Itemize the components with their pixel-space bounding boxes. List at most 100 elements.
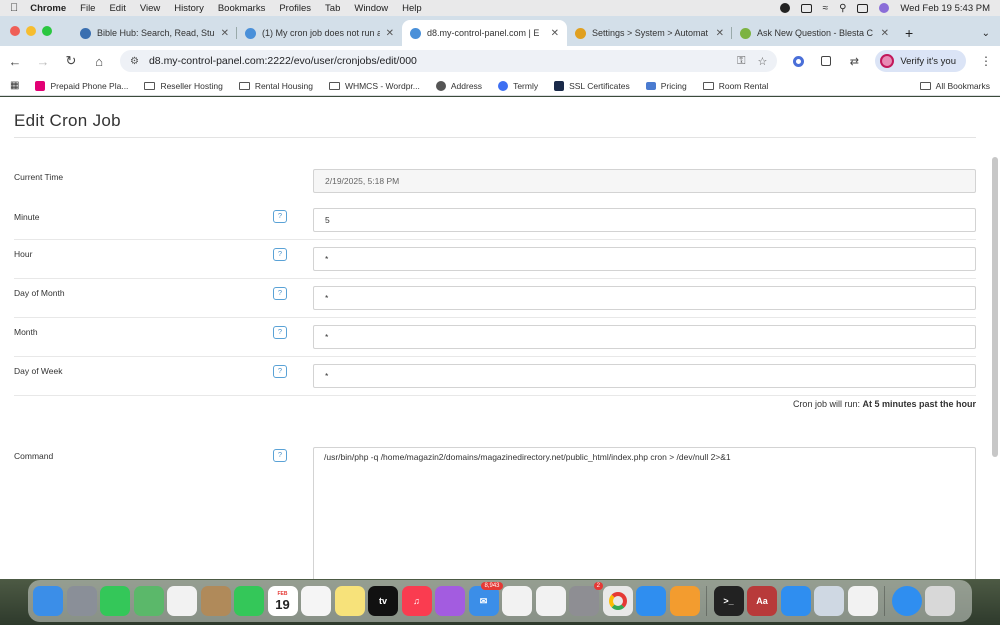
help-icon[interactable]: ? [273, 365, 287, 378]
siri-icon[interactable] [879, 3, 890, 13]
minimize-window-button[interactable] [26, 26, 36, 36]
app-store-icon[interactable] [636, 586, 666, 616]
wifi-icon[interactable]: ≈ [823, 3, 829, 14]
preview-icon[interactable] [814, 586, 844, 616]
menu-bookmarks[interactable]: Bookmarks [218, 3, 266, 14]
apple-menu-icon[interactable]:  [10, 2, 18, 14]
tab-cron-question[interactable]: (1) My cron job does not run a ✕ [237, 20, 402, 46]
menu-window[interactable]: Window [354, 3, 388, 14]
control-center-icon[interactable] [857, 3, 869, 13]
address-bar[interactable]: ⚙ d8.my-control-panel.com:2222/evo/user/… [120, 50, 778, 72]
messages-icon[interactable] [100, 586, 130, 616]
freeform-icon[interactable] [502, 586, 532, 616]
menu-file[interactable]: File [80, 3, 95, 14]
day-of-month-input[interactable]: * [313, 286, 976, 310]
help-icon[interactable]: ? [273, 248, 287, 261]
facetime-icon[interactable] [234, 586, 264, 616]
java-icon[interactable] [847, 586, 878, 616]
extensions-puzzle-icon[interactable] [819, 54, 833, 68]
tab-bible-hub[interactable]: Bible Hub: Search, Read, Stu ✕ [72, 20, 237, 46]
help-icon[interactable]: ? [273, 287, 287, 300]
menu-history[interactable]: History [174, 3, 204, 14]
photos-icon[interactable] [167, 586, 197, 616]
news-icon[interactable] [535, 586, 566, 616]
home-icon[interactable]: ⌂ [92, 54, 106, 69]
bookmark-address[interactable]: Address [435, 80, 482, 91]
safari-icon[interactable] [780, 586, 811, 616]
tab-control-panel[interactable]: d8.my-control-panel.com | E ✕ [402, 20, 567, 46]
tab-blesta-question[interactable]: Ask New Question - Blesta C ✕ [732, 20, 897, 46]
globe-icon[interactable] [891, 586, 922, 616]
reload-icon[interactable]: ↻ [64, 53, 78, 69]
contacts-icon[interactable] [200, 586, 231, 616]
app-menu[interactable]: Chrome [30, 3, 66, 14]
notes-icon[interactable] [334, 586, 365, 616]
page-scrollbar[interactable] [992, 157, 998, 457]
close-window-button[interactable] [10, 26, 20, 36]
tab-close-icon[interactable]: ✕ [716, 28, 724, 39]
zoom-window-button[interactable] [42, 26, 52, 36]
menu-view[interactable]: View [140, 3, 160, 14]
music-icon[interactable]: ♫ [401, 586, 432, 616]
pages-icon[interactable] [669, 586, 700, 616]
month-input[interactable]: * [313, 325, 976, 349]
maps-icon[interactable] [133, 586, 164, 616]
site-info-icon[interactable]: ⚙ [130, 56, 139, 67]
command-label: Command [14, 451, 54, 461]
bookmark-star-icon[interactable]: ☆ [757, 55, 767, 68]
calendar-icon[interactable]: FEB 19 [267, 586, 298, 616]
terminal-icon[interactable]: >_ [713, 586, 744, 616]
tab-settings-automation[interactable]: Settings > System > Automat ✕ [567, 20, 732, 46]
day-of-week-input[interactable]: * [313, 364, 976, 388]
bookmark-ssl-certificates[interactable]: SSL Certificates [554, 80, 630, 91]
forward-arrow-icon[interactable]: → [36, 54, 50, 69]
system-settings-icon[interactable]: 2 [569, 582, 603, 616]
tab-close-icon[interactable]: ✕ [221, 28, 229, 39]
mail-icon[interactable]: ✉ 8,943 [468, 582, 503, 616]
chrome-menu-icon[interactable]: ⋮ [980, 54, 992, 68]
bookmark-pricing[interactable]: Pricing [645, 81, 687, 91]
command-textarea[interactable]: /usr/bin/php -q /home/magazin2/domains/m… [313, 447, 976, 579]
back-arrow-icon[interactable]: ← [8, 54, 22, 69]
podcasts-icon[interactable] [435, 586, 465, 616]
bookmark-termly[interactable]: Termly [498, 80, 538, 91]
dictionary-icon[interactable]: Aa [747, 586, 777, 616]
finder-icon[interactable] [33, 586, 63, 616]
menu-help[interactable]: Help [402, 3, 422, 14]
bookmark-reseller-hosting[interactable]: Reseller Hosting [144, 81, 223, 91]
menu-edit[interactable]: Edit [109, 3, 125, 14]
apps-grid-icon[interactable]: ▦ [10, 80, 19, 91]
bookmark-prepaid-phone[interactable]: Prepaid Phone Pla... [35, 80, 128, 91]
all-bookmarks-button[interactable]: All Bookmarks [919, 81, 990, 91]
hour-input[interactable]: * [313, 247, 976, 271]
tab-close-icon[interactable]: ✕ [551, 28, 559, 39]
help-icon[interactable]: ? [273, 210, 287, 223]
bookmark-whmcs[interactable]: WHMCS - Wordpr... [328, 81, 420, 91]
minute-input[interactable]: 5 [313, 208, 976, 232]
reminders-icon[interactable] [301, 586, 331, 616]
tab-close-icon[interactable]: ✕ [881, 28, 889, 39]
tab-close-icon[interactable]: ✕ [386, 28, 394, 39]
menu-profiles[interactable]: Profiles [279, 3, 311, 14]
bookmark-room-rental[interactable]: Room Rental [702, 81, 768, 91]
row-day-of-week: Day of Week ? * [14, 357, 976, 396]
menubar-clock[interactable]: Wed Feb 19 5:43 PM [900, 3, 990, 14]
extension-ring-icon[interactable] [791, 54, 805, 68]
apple-tv-icon[interactable]: tv [368, 586, 398, 616]
help-icon[interactable]: ? [273, 326, 287, 339]
battery-icon[interactable] [800, 3, 812, 13]
verify-identity-button[interactable]: Verify it's you [875, 50, 966, 72]
url-text[interactable]: d8.my-control-panel.com:2222/evo/user/cr… [149, 55, 417, 67]
sync-icon[interactable]: ⇄ [847, 54, 861, 68]
bookmark-rental-housing[interactable]: Rental Housing [238, 81, 313, 91]
password-key-icon[interactable]: ⚿ [737, 55, 745, 68]
menu-tab[interactable]: Tab [325, 3, 340, 14]
spotlight-search-icon[interactable]: ⚲ [839, 3, 846, 14]
trash-icon[interactable] [925, 586, 955, 616]
help-icon[interactable]: ? [273, 449, 287, 462]
chrome-icon[interactable] [602, 586, 633, 616]
tab-search-chevron-icon[interactable]: ⌄ [982, 20, 990, 46]
status-app-icon[interactable] [779, 3, 790, 13]
launchpad-icon[interactable] [66, 586, 97, 616]
new-tab-button[interactable]: + [897, 20, 921, 46]
